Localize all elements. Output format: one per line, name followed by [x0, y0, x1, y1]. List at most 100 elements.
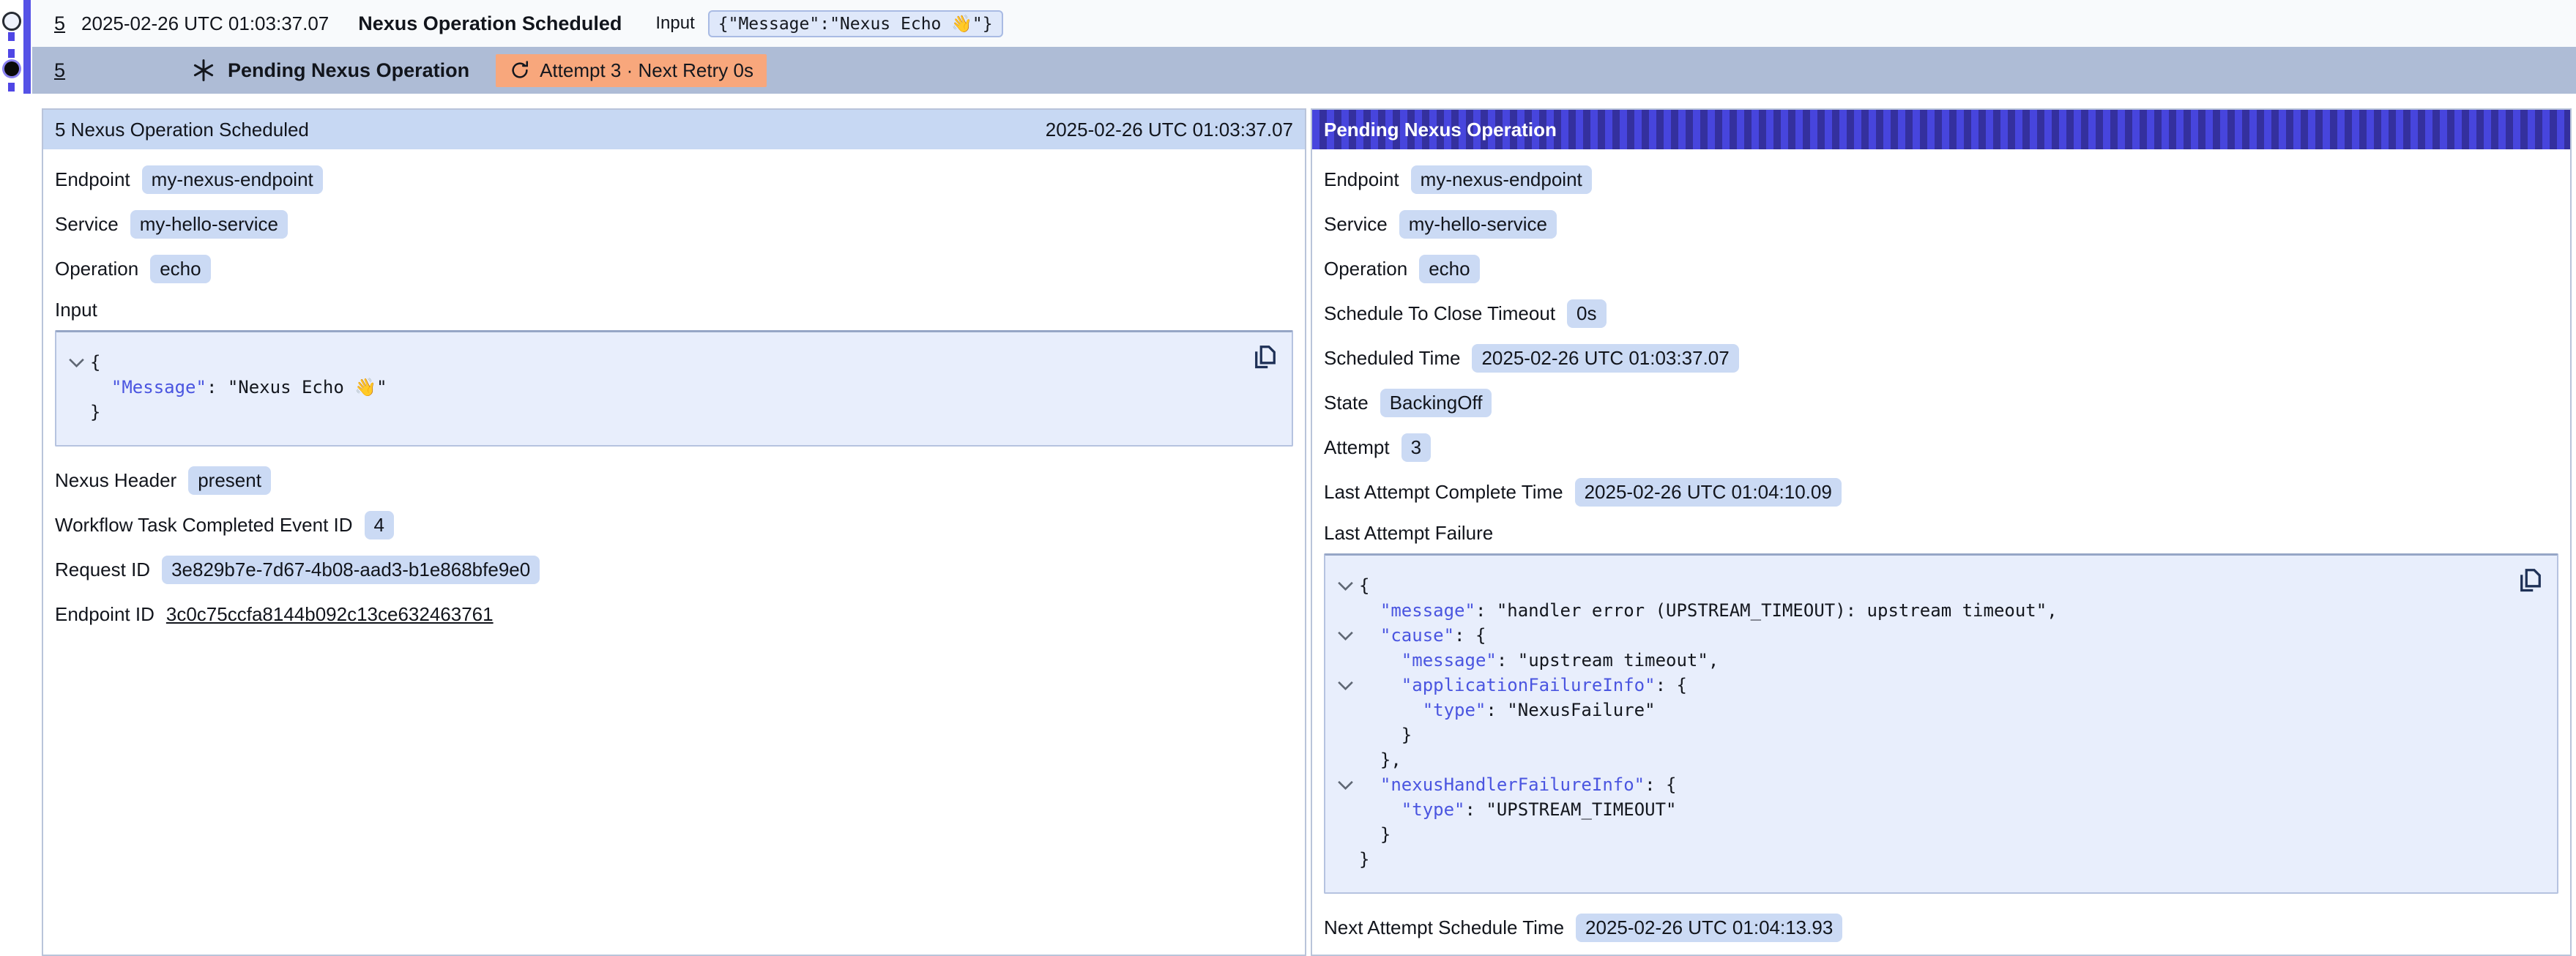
chevron-down-icon[interactable]: [1337, 630, 1354, 641]
pending-fields-top: Endpoint my-nexus-endpoint Service my-hello…: [1324, 165, 2558, 507]
json-key: "type": [1401, 799, 1465, 820]
code-line-text: }: [90, 400, 100, 425]
code-line-text: "Message": "Nexus Echo 👋": [90, 375, 387, 400]
code-line: "Message": "Nexus Echo 👋": [62, 375, 1277, 400]
json-key: "nexusHandlerFailureInfo": [1380, 774, 1645, 795]
field-row: Scheduled Time2025-02-26 UTC 01:03:37.07: [1324, 343, 2558, 373]
field-value-chip: echo: [1419, 255, 1479, 283]
field-row: Endpoint ID 3c0c75ccfa8144b092c13ce632463…: [55, 600, 1293, 629]
json-text: : {: [1645, 774, 1676, 795]
field-label: Service: [1324, 213, 1388, 236]
event-input-value-chip[interactable]: {"Message":"Nexus Echo 👋"}: [708, 10, 1003, 37]
field-row: Attempt3: [1324, 433, 2558, 462]
input-section-label: Input: [55, 299, 1293, 321]
json-key: "cause": [1380, 625, 1454, 646]
field-value-chip: my-nexus-endpoint: [1411, 165, 1592, 194]
code-line-text: "message": "upstream timeout",: [1359, 648, 1719, 673]
json-text: }: [1359, 849, 1369, 870]
pending-asterisk-icon: [191, 58, 216, 83]
event-id-link[interactable]: 5: [54, 59, 65, 82]
code-line: }: [1331, 722, 2542, 747]
code-line: "message": "handler error (UPSTREAM_TIME…: [1331, 598, 2542, 623]
field-row: Endpoint my-nexus-endpoint: [1324, 165, 2558, 194]
field-value-chip: BackingOff: [1380, 389, 1492, 417]
field-label: Operation: [55, 258, 138, 280]
code-line: "cause": {: [1331, 623, 2542, 648]
copy-icon[interactable]: [2517, 566, 2544, 595]
code-line-text: "type": "UPSTREAM_TIMEOUT": [1359, 797, 1676, 822]
code-line: "nexusHandlerFailureInfo": {: [1331, 772, 2542, 797]
field-row: Servicemy-hello-service: [55, 209, 1293, 239]
field-value-chip: 2025-02-26 UTC 01:04:10.09: [1575, 478, 1842, 507]
json-key: "applicationFailureInfo": [1401, 675, 1656, 695]
pending-title: Pending Nexus Operation: [228, 59, 469, 82]
json-key: "Message": [111, 377, 206, 397]
field-value-chip: 3e829b7e-7d67-4b08-aad3-b1e868bfe9e0: [162, 556, 540, 584]
chevron-down-icon[interactable]: [1337, 680, 1354, 691]
code-line-text: }: [1359, 722, 1412, 747]
json-text: }: [90, 402, 100, 422]
code-line-gutter: [1331, 580, 1359, 591]
field-label: Endpoint: [1324, 168, 1399, 191]
json-text: {: [90, 352, 100, 373]
event-row-pending[interactable]: 5 Pending Nexus Operation Attempt 3 · Ne…: [32, 47, 2576, 94]
code-line-gutter: [1331, 780, 1359, 791]
failure-section-label: Last Attempt Failure: [1324, 522, 2558, 545]
event-title: Nexus Operation Scheduled: [358, 12, 622, 35]
field-value-chip: my-hello-service: [130, 210, 288, 239]
event-id-link[interactable]: 5: [54, 12, 65, 35]
event-detail-header-title: 5 Nexus Operation Scheduled: [55, 119, 309, 141]
code-line-text: "message": "handler error (UPSTREAM_TIME…: [1359, 598, 2058, 623]
pending-operation-header-title: Pending Nexus Operation: [1324, 119, 1557, 141]
timeline-node-selected-icon[interactable]: [4, 61, 19, 76]
json-text: {: [1359, 575, 1369, 596]
json-text: }: [1380, 824, 1391, 845]
field-label: Last Attempt Complete Time: [1324, 481, 1563, 504]
event-timestamp: 2025-02-26 UTC 01:03:37.07: [81, 12, 329, 35]
field-label: Request ID: [55, 559, 150, 581]
chevron-down-icon[interactable]: [68, 357, 85, 368]
field-value-link[interactable]: 3c0c75ccfa8144b092c13ce632463761: [166, 603, 494, 626]
code-line: "message": "upstream timeout",: [1331, 648, 2542, 673]
code-line: }: [1331, 847, 2542, 872]
chevron-down-icon[interactable]: [1337, 780, 1354, 791]
json-text: : "NexusFailure": [1486, 700, 1655, 720]
json-key: "message": [1380, 600, 1475, 621]
field-row: Schedule To Close Timeout0s: [1324, 299, 2558, 328]
failure-json-block: {"message": "handler error (UPSTREAM_TIM…: [1324, 553, 2558, 894]
field-value-chip: my-hello-service: [1399, 210, 1557, 239]
event-detail-header-timestamp: 2025-02-26 UTC 01:03:37.07: [1046, 119, 1293, 141]
field-row: Service my-hello-service: [1324, 209, 2558, 239]
code-line: "applicationFailureInfo": {: [1331, 673, 2542, 698]
field-row: Next Attempt Schedule Time2025-02-26 UTC…: [1324, 913, 2558, 942]
field-value-chip: 2025-02-26 UTC 01:04:13.93: [1576, 914, 1842, 942]
code-line-text: }: [1359, 822, 1391, 847]
field-row: Operationecho: [55, 254, 1293, 283]
field-label: Endpoint ID: [55, 603, 155, 626]
field-label: Workflow Task Completed Event ID: [55, 514, 353, 537]
field-row: Operationecho: [1324, 254, 2558, 283]
field-value-chip: my-nexus-endpoint: [142, 165, 323, 194]
field-row: Workflow Task Completed Event ID 4: [55, 510, 1293, 539]
json-key: "type": [1423, 700, 1486, 720]
json-text: : {: [1656, 675, 1687, 695]
event-detail-fields-top: Endpointmy-nexus-endpointServicemy-hello…: [55, 165, 1293, 283]
input-json-block: {"Message": "Nexus Echo 👋"}: [55, 330, 1293, 447]
code-line: {: [62, 350, 1277, 375]
code-line: {: [1331, 573, 2542, 598]
retry-status-badge: Attempt 3 · Next Retry 0s: [496, 54, 767, 87]
code-line: }: [1331, 822, 2542, 847]
timeline-node-open-icon[interactable]: [2, 12, 21, 31]
event-input-label: Input: [655, 13, 694, 34]
copy-icon[interactable]: [1252, 343, 1278, 372]
json-text: },: [1380, 750, 1401, 770]
code-line: "type": "NexusFailure": [1331, 698, 2542, 722]
event-row-scheduled[interactable]: 5 2025-02-26 UTC 01:03:37.07 Nexus Opera…: [32, 0, 2576, 47]
code-line-text: {: [1359, 573, 1369, 598]
code-line-text: }: [1359, 847, 1369, 872]
code-line: "type": "UPSTREAM_TIMEOUT": [1331, 797, 2542, 822]
chevron-down-icon[interactable]: [1337, 580, 1354, 591]
json-text: : "Nexus Echo 👋": [206, 377, 387, 397]
field-value-chip: 4: [365, 511, 394, 539]
retry-badge-label: Attempt 3 · Next Retry 0s: [540, 59, 753, 82]
